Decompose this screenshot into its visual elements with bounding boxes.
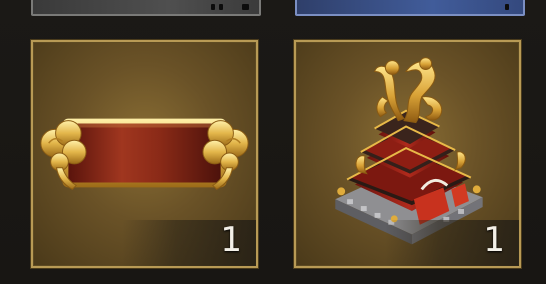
slot-marker — [242, 4, 249, 10]
slot-marker — [211, 4, 215, 10]
slot-marker — [505, 4, 509, 10]
inventory-slot-gray[interactable] — [31, 0, 261, 16]
inventory-slot-blue[interactable] — [295, 0, 525, 16]
inventory-grid: 1 1 — [0, 0, 546, 284]
item-count: 1 — [483, 220, 505, 260]
item-card-frame-ornament[interactable]: 1 — [31, 40, 258, 268]
slot-marker — [219, 4, 223, 10]
item-card-dragon-palace[interactable]: 1 — [294, 40, 521, 268]
item-count: 1 — [220, 220, 242, 260]
